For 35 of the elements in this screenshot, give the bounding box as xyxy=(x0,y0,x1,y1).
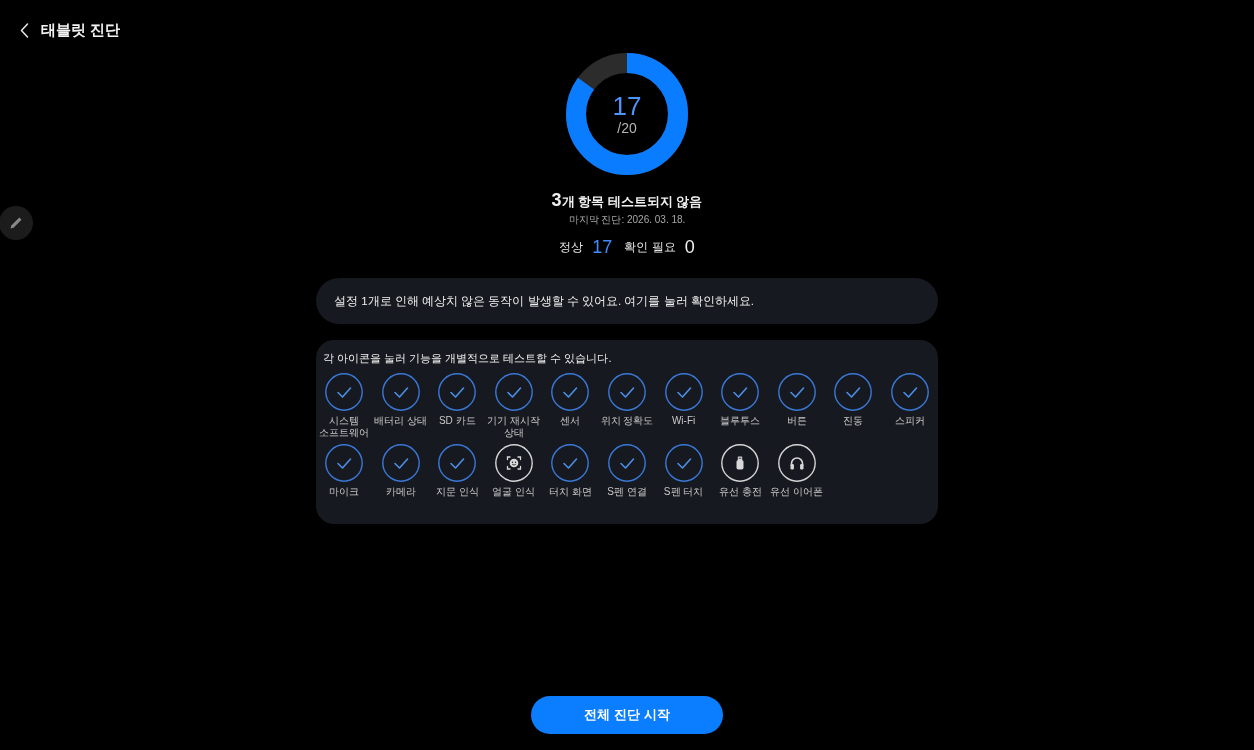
start-diagnosis-button[interactable]: 전체 진단 시작 xyxy=(531,696,723,734)
diagnostic-test-button[interactable]: 터치 화면 xyxy=(542,444,599,498)
diagnostic-test-button[interactable]: 유선 이어폰 xyxy=(768,444,826,498)
diagnostic-test-button[interactable]: 진동 xyxy=(825,373,882,439)
stat-value: 0 xyxy=(684,236,695,258)
diagnostic-test-button[interactable]: 시스템 소프트웨어 xyxy=(315,373,373,439)
diagnostic-test-button[interactable]: Wi-Fi xyxy=(655,373,712,439)
back-chevron-icon xyxy=(20,22,29,38)
diagnostic-test-button[interactable]: 지문 인식 xyxy=(428,444,486,498)
diagnostic-test-button[interactable]: 위치 정확도 xyxy=(598,373,656,439)
passed-score: 17 xyxy=(612,92,642,120)
diagnostic-test-button[interactable]: 버튼 xyxy=(768,373,826,439)
instruction-text: 각 아이콘을 눌러 기능을 개별적으로 테스트할 수 있습니다. xyxy=(322,351,613,365)
diagnostic-test-button[interactable]: 얼굴 인식 xyxy=(485,444,543,498)
stat-label: 확인 필요 xyxy=(624,238,676,256)
diagnostic-test-button[interactable]: 기기 재시작 상태 xyxy=(485,373,543,439)
stat-value: 17 xyxy=(592,236,613,258)
diagnostic-test-button[interactable]: 카메라 xyxy=(372,444,429,498)
pencil-icon xyxy=(8,215,24,231)
total-score: /20 xyxy=(617,120,637,136)
settings-notice-banner[interactable]: 설정 1개로 인해 예상치 않은 동작이 발생할 수 있어요. 여기를 눌러 확인하세요. xyxy=(316,278,938,324)
page-title: 태블릿 진단 xyxy=(41,20,121,40)
diagnostic-test-button[interactable]: 센서 xyxy=(542,373,599,439)
stat-label: 정상 xyxy=(559,238,584,256)
untested-summary: 3개 항목 테스트되지 않음 xyxy=(551,190,703,212)
diagnostic-test-button[interactable]: 유선 충전 xyxy=(711,444,769,498)
diagnostic-test-button[interactable]: S펜 연결 xyxy=(598,444,656,498)
edit-button[interactable] xyxy=(0,206,33,240)
last-diagnosis-date: 마지막 진단: 2026. 03. 18. xyxy=(568,213,686,226)
diagnostic-test-button[interactable]: 스피커 xyxy=(881,373,939,439)
diagnostic-test-button[interactable]: S펜 터치 xyxy=(655,444,712,498)
diagnostic-test-button[interactable]: 배터리 상태 xyxy=(372,373,429,439)
diagnostic-test-button[interactable]: SD 카드 xyxy=(428,373,486,439)
diagnostic-test-button[interactable]: 블루투스 xyxy=(711,373,769,439)
diagnostic-test-button[interactable]: 마이크 xyxy=(315,444,373,498)
